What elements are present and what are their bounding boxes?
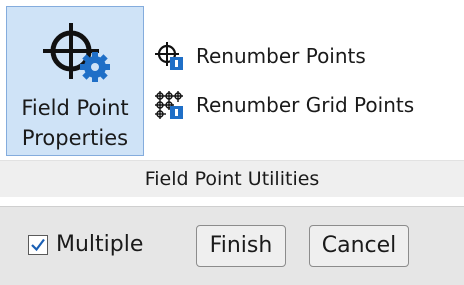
finish-button[interactable]: Finish [196,225,286,267]
crosshair-gear-icon [43,23,110,82]
renumber-grid-points-label: Renumber Grid Points [196,93,415,117]
label-line-2: Properties [21,126,129,150]
crosshair-number-icon [155,42,183,70]
panel-title: Field Point Utilities [0,160,464,197]
ribbon-panel: Field Point Properties Renumber Points R… [0,0,464,198]
multiple-label: Multiple [56,232,144,257]
field-point-properties-label: Field Point Properties [7,93,143,153]
label-line-1: Field Point [21,96,129,120]
renumber-points-label: Renumber Points [196,44,366,68]
field-point-properties-button[interactable]: Field Point Properties [6,6,144,156]
renumber-grid-points-button[interactable]: Renumber Grid Points [154,89,414,121]
cancel-button[interactable]: Cancel [309,225,409,267]
checkmark-icon [31,238,45,252]
renumber-points-button[interactable]: Renumber Points [154,40,366,72]
grid-number-icon [155,91,183,119]
options-bar: Multiple Finish Cancel [0,206,464,285]
divider [0,198,464,206]
multiple-checkbox[interactable] [28,235,48,255]
